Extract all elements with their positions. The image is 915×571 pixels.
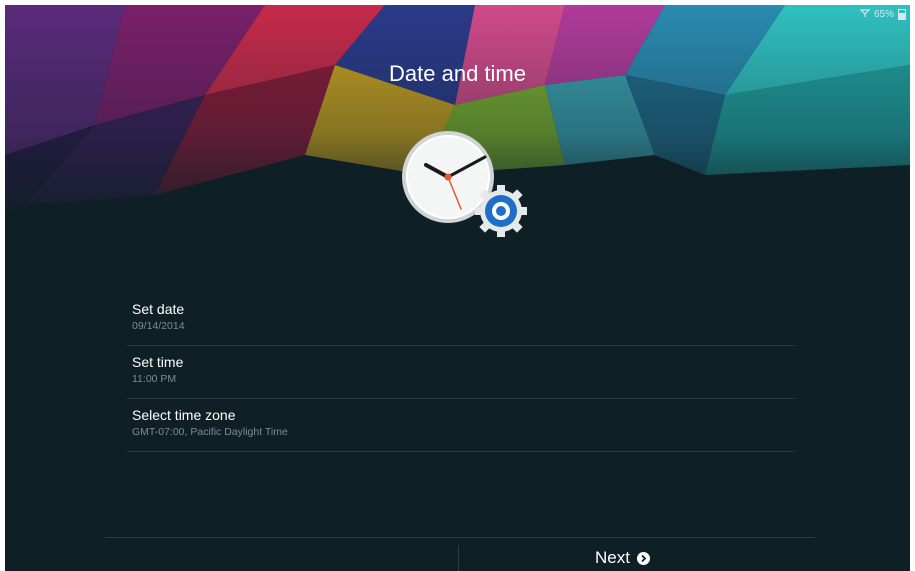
battery-icon xyxy=(898,9,906,20)
page-title: Date and time xyxy=(389,61,526,86)
chevron-right-circle-icon xyxy=(636,551,650,565)
set-time-item[interactable]: Set time 11:00 PM xyxy=(127,346,795,399)
set-date-item[interactable]: Set date 09/14/2014 xyxy=(127,293,795,346)
set-date-label: Set date xyxy=(132,301,185,317)
set-date-value: 09/14/2014 xyxy=(132,320,185,332)
next-button[interactable]: Next xyxy=(595,546,650,570)
status-bar: 65% xyxy=(859,8,906,21)
footer-divider xyxy=(105,537,815,538)
date-time-settings-list: Set date 09/14/2014 Set time 11:00 PM Se… xyxy=(127,293,795,452)
set-time-value: 11:00 PM xyxy=(132,373,177,385)
gear-icon xyxy=(475,185,527,237)
battery-percent: 65% xyxy=(873,9,894,20)
clock-settings-illustration xyxy=(393,127,533,242)
footer-separator xyxy=(458,545,459,571)
signal-icon xyxy=(859,8,871,21)
select-time-zone-value: GMT-07:00, Pacific Daylight Time xyxy=(132,426,288,438)
select-time-zone-label: Select time zone xyxy=(132,407,236,423)
select-time-zone-item[interactable]: Select time zone GMT-07:00, Pacific Dayl… xyxy=(127,399,795,452)
next-label: Next xyxy=(595,548,630,567)
set-time-label: Set time xyxy=(132,354,184,370)
setup-screen: 65% Date and time Set date 09/14/2014 Se… xyxy=(5,5,910,571)
